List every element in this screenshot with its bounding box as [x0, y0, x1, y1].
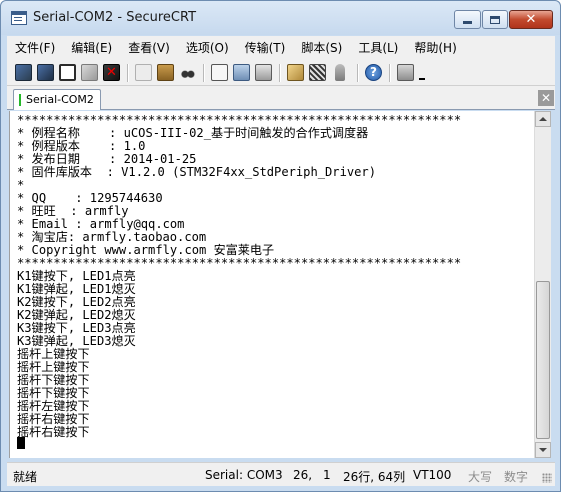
- disconnect-icon[interactable]: ✕: [103, 64, 120, 81]
- paste-icon[interactable]: [157, 64, 174, 81]
- print-icon[interactable]: [255, 64, 272, 81]
- terminal-output[interactable]: ****************************************…: [9, 111, 534, 458]
- window-title: Serial-COM2 - SecureCRT: [33, 10, 197, 25]
- toolbar-separator: [279, 64, 280, 82]
- close-icon: ✕: [525, 12, 537, 27]
- vertical-scrollbar[interactable]: [534, 111, 551, 458]
- toolbar-separator: [389, 64, 390, 82]
- menu-edit[interactable]: 编辑(E): [63, 39, 120, 56]
- status-ready: 就绪: [13, 470, 38, 484]
- connect-icon[interactable]: [15, 64, 32, 81]
- minimize-icon: [463, 21, 472, 24]
- maximize-button[interactable]: [482, 10, 508, 29]
- menu-options[interactable]: 选项(O): [178, 39, 237, 56]
- help-icon[interactable]: ?: [365, 64, 382, 81]
- sftp-icon[interactable]: [397, 64, 414, 81]
- menu-tools[interactable]: 工具(L): [350, 39, 406, 56]
- print-screen-icon[interactable]: [233, 64, 250, 81]
- tab-close-button[interactable]: ✕: [538, 90, 554, 106]
- status-col: 1: [323, 468, 331, 482]
- map-keys-icon[interactable]: [309, 64, 326, 81]
- scroll-down-button[interactable]: [535, 442, 551, 458]
- arrow-up-icon: [539, 117, 547, 121]
- scroll-up-button[interactable]: [535, 111, 551, 127]
- toolbar-separator: [203, 64, 204, 82]
- resize-grip-icon[interactable]: [542, 473, 552, 483]
- tab-serial-com2[interactable]: Serial-COM2: [13, 89, 101, 110]
- toolbar-overflow-icon[interactable]: [417, 72, 426, 81]
- find-icon[interactable]: [179, 64, 196, 81]
- session-options-icon[interactable]: [287, 64, 304, 81]
- status-num-lock: 数字: [504, 470, 529, 484]
- status-row: 26,: [293, 468, 313, 482]
- text-cursor: [17, 437, 25, 449]
- menu-bar: 文件(F) 编辑(E) 查看(V) 选项(O) 传输(T) 脚本(S) 工具(L…: [7, 36, 555, 58]
- status-session: Serial: COM3: [205, 468, 283, 482]
- menu-view[interactable]: 查看(V): [120, 39, 178, 56]
- application-window: Serial-COM2 - SecureCRT ✕ 文件(F) 编辑(E) 查看…: [0, 0, 561, 492]
- connection-status-indicator: [19, 94, 21, 106]
- status-rows-cols: 26行, 64列: [343, 470, 406, 484]
- session-tab-bar: Serial-COM2 ✕: [7, 86, 555, 110]
- arrow-down-icon: [539, 448, 547, 452]
- terminal-line: 摇杆右键按下: [17, 425, 90, 439]
- close-tab-icon: ✕: [540, 91, 552, 105]
- title-bar[interactable]: Serial-COM2 - SecureCRT ✕: [1, 1, 560, 35]
- terminal-line: * 固件库版本 : V1.2.0 (STM32F4xx_StdPeriph_Dr…: [17, 165, 376, 179]
- copy-icon[interactable]: [135, 64, 152, 81]
- toolbar: ✕ ?: [7, 58, 555, 86]
- securecrt-app-icon[interactable]: [11, 11, 27, 25]
- menu-help[interactable]: 帮助(H): [406, 39, 464, 56]
- keymap-icon[interactable]: [335, 64, 345, 81]
- close-button[interactable]: ✕: [509, 10, 553, 29]
- menu-transfer[interactable]: 传输(T): [237, 39, 294, 56]
- menu-script[interactable]: 脚本(S): [293, 39, 350, 56]
- tab-label: Serial-COM2: [26, 93, 94, 106]
- print-setup-icon[interactable]: [211, 64, 228, 81]
- menu-file[interactable]: 文件(F): [7, 39, 63, 56]
- quick-connect-icon[interactable]: [37, 64, 54, 81]
- scrollbar-thumb[interactable]: [536, 281, 550, 439]
- status-emulation: VT100: [413, 468, 452, 482]
- toolbar-separator: [357, 64, 358, 82]
- minimize-button[interactable]: [454, 10, 481, 29]
- maximize-icon: [490, 15, 500, 24]
- toolbar-separator: [127, 64, 128, 82]
- connect-tab-icon[interactable]: [59, 64, 76, 81]
- reconnect-icon[interactable]: [81, 64, 98, 81]
- status-caps-lock: 大写: [468, 470, 493, 484]
- status-bar: 就绪 Serial: COM3 26, 1 26行, 64列 VT100 大写 …: [7, 462, 555, 486]
